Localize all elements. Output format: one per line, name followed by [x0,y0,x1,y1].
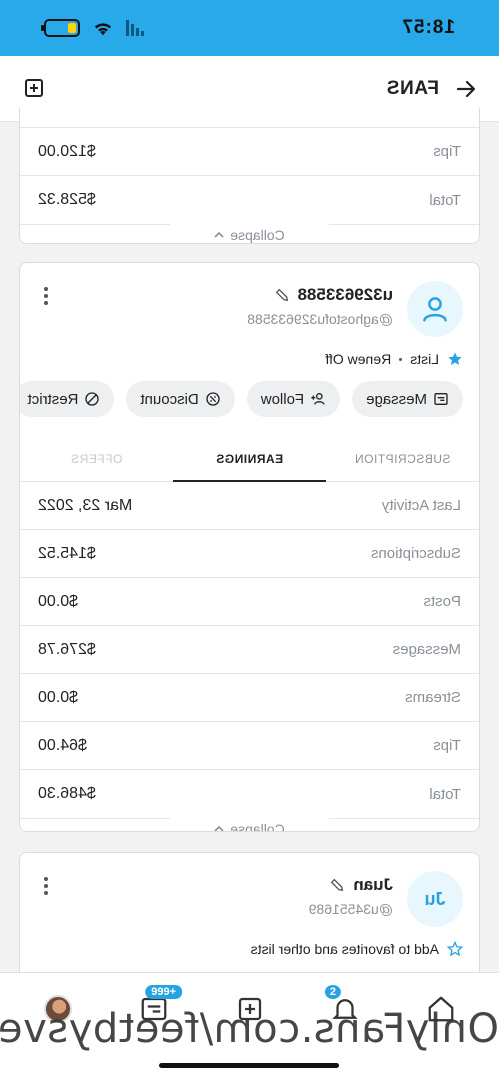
stat-value: $0.00 [38,592,79,610]
add-list-icon[interactable] [20,76,46,102]
stat-label: Posts [423,593,461,610]
follow-label: Follow [260,390,305,408]
stat-row: Total $528.32 [20,176,479,224]
stat-label: Total [429,785,461,803]
wifi-icon [94,23,112,36]
battery-icon [44,19,80,37]
status-bar: 18:57 [0,0,499,56]
stat-label: Streams [405,689,461,706]
username-row: u329633588 [247,285,393,305]
action-chips: Message Follow Discount Restrict [20,367,479,417]
user-card-2: u329633588 @aghostofu329633588 Lists Ren… [19,262,480,832]
renew-status: Renew Off [325,351,392,367]
stat-value: Mar 23, 2022 [38,496,133,514]
star-outline-icon [447,941,463,957]
pencil-icon[interactable] [274,287,290,303]
stat-value: $528.32 [38,191,96,208]
user-handle: @u34551689 [308,901,393,917]
tab-subscription[interactable]: SUBSCRIPTION [326,437,479,481]
user-name: Juan [353,875,393,894]
stat-row: Posts $0.00 [20,578,479,626]
username-row: Juan [309,875,393,895]
restrict-button[interactable]: Restrict [20,381,115,417]
stat-row: Total $486.30 [20,770,479,818]
more-options-icon[interactable] [36,281,56,337]
stat-value: $0.00 [38,688,79,706]
stat-label: Total [429,191,461,209]
user-card-1: Tips $120.00 Total $528.32 Collapse [19,108,480,244]
chevron-up-icon [214,231,224,238]
back-arrow-icon[interactable] [453,76,479,102]
follow-button[interactable]: Follow [246,381,341,417]
tab-earnings[interactable]: EARNINGS [173,437,326,481]
screen: 18:57 FANS Tips $120.00 Total $528.32 Co… [0,0,499,1079]
message-icon [434,393,448,405]
messages-badge: 999+ [144,985,182,999]
stat-label: Tips [433,737,461,754]
user-card-3: Ju Juan @u34551689 Add to favorites and … [19,852,480,982]
stat-row: Subscriptions $145.52 [20,530,479,578]
status-time: 18:57 [401,17,455,38]
message-label: Message [366,390,427,408]
stat-label: Subscriptions [370,545,461,562]
tabs: SUBSCRIPTION EARNINGS OFFERS [20,437,479,482]
lists-line[interactable]: Lists Renew Off [20,337,479,367]
message-button[interactable]: Message [352,381,463,417]
stat-value: $120.00 [38,142,96,160]
discount-button[interactable]: Discount [126,381,235,417]
lists-label: Lists [410,351,439,367]
stat-row: Last Activity Mar 23, 2022 [20,482,479,530]
stat-label: Last Activity [381,497,461,514]
chevron-up-icon [214,825,224,832]
stat-row: Messages $276.78 [20,626,479,674]
home-indicator [159,1063,339,1068]
more-options-icon[interactable] [36,871,56,927]
stat-value: $64.00 [38,736,87,754]
stat-value: $276.78 [38,640,96,658]
collapse-button[interactable]: Collapse [20,818,479,832]
page-title: FANS [386,77,439,99]
status-icons [44,19,144,37]
avatar[interactable] [407,281,463,337]
stat-label: Tips [433,143,461,160]
collapse-button[interactable]: Collapse [20,224,479,244]
stat-row: Streams $0.00 [20,674,479,722]
star-icon [448,352,462,365]
favorites-line[interactable]: Add to favorites and other lists [20,927,479,957]
user-name: u329633588 [297,285,393,304]
block-icon [85,392,100,406]
stat-row: Tips $64.00 [20,722,479,770]
stat-row: Tips $120.00 [20,128,479,176]
add-user-icon [311,393,325,405]
tab-offers[interactable]: OFFERS [20,437,173,481]
stat-value: $145.52 [38,544,96,562]
discount-label: Discount [140,390,199,408]
pencil-icon[interactable] [329,877,345,893]
collapse-label: Collapse [230,821,285,832]
cell-signal-icon [126,20,144,36]
collapse-label: Collapse [230,227,285,243]
watermark-text: OnlyFans.com/feetbysvett [0,1006,499,1052]
stat-label: Messages [392,641,461,658]
discount-icon [206,392,220,406]
user-icon [423,297,447,322]
favorites-label: Add to favorites and other lists [250,941,439,957]
avatar[interactable]: Ju [407,871,463,927]
restrict-label: Restrict [27,390,79,408]
user-handle: @aghostofu329633588 [247,311,393,327]
stat-value: $486.30 [38,785,96,802]
